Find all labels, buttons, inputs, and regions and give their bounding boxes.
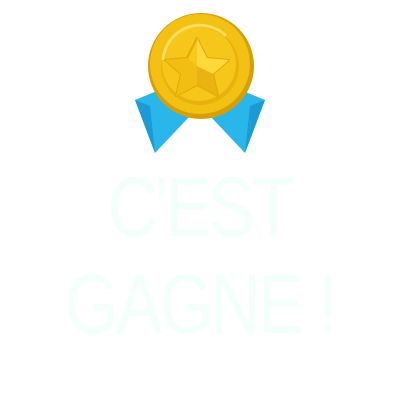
gold-star-medal-icon bbox=[135, 13, 265, 153]
win-screen: C'EST GAGNE ! bbox=[0, 0, 400, 400]
win-title-line-1: C'EST bbox=[107, 160, 295, 254]
win-title-line-2: GAGNE ! bbox=[65, 257, 337, 351]
